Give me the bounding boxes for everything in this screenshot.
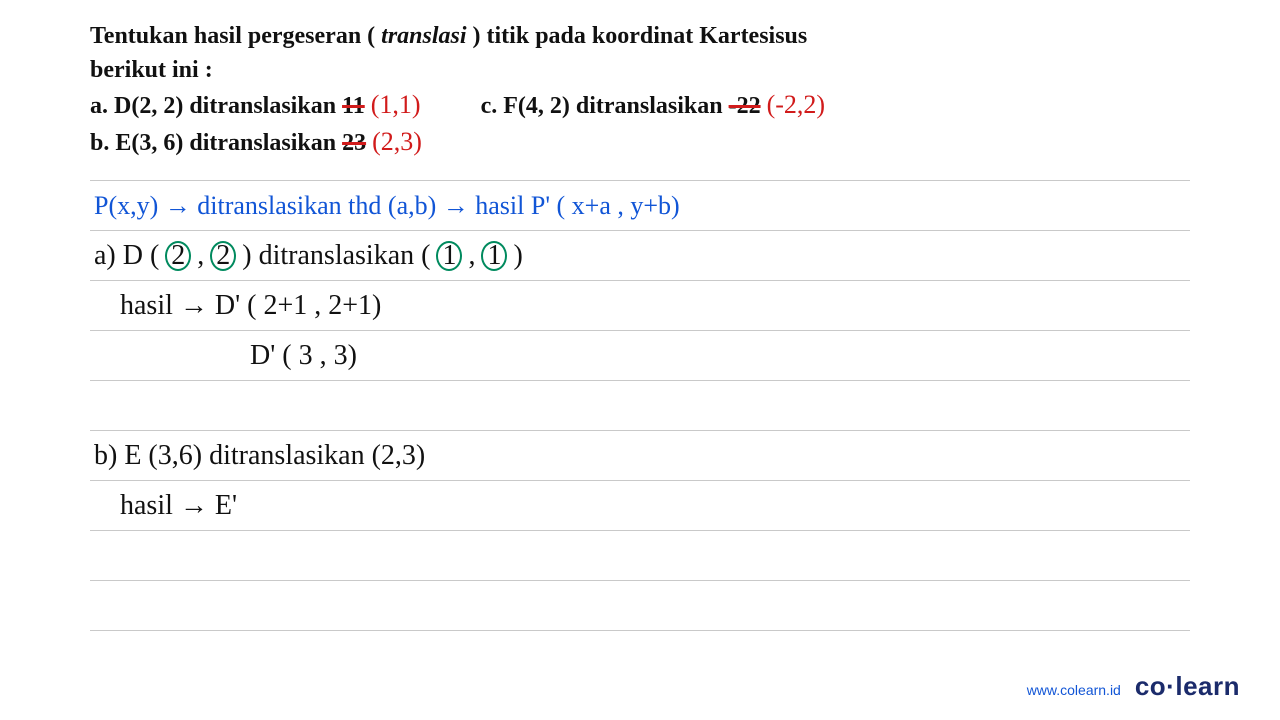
rule-line-formula: P(x,y) → ditranslasikan thd (a,b) → hasi… <box>90 181 1190 231</box>
translation-rule: P(x,y) → ditranslasikan thd (a,b) → hasi… <box>94 191 680 221</box>
footer-url: www.colearn.id <box>1027 682 1121 698</box>
q-line1-b: ) titik pada koordinat Kartesisus <box>473 20 808 54</box>
b-head: b) E (3,6) ditranslasikan (2,3) <box>94 440 425 472</box>
q-line1-italic: translasi <box>381 20 466 54</box>
work-a-line3: D' ( 3 , 3) <box>90 331 1190 381</box>
blank-line-3 <box>90 581 1190 631</box>
a-comma1: , <box>197 240 204 272</box>
work-a-line1: a) D ( 2 , 2 ) ditranslasikan ( 1 , 1 ) <box>90 231 1190 281</box>
footer-brand: co·learn <box>1135 671 1240 702</box>
circled-2a: 2 <box>165 241 191 271</box>
circled-1b: 1 <box>481 241 507 271</box>
item-c: c. F(4, 2) ditranslasikan -22 (-2,2) <box>481 87 826 124</box>
blank-line-2 <box>90 531 1190 581</box>
item-c-struck: -22 <box>729 90 761 124</box>
b-result: hasil → E' <box>120 490 237 522</box>
work-b-line2: hasil → E' <box>90 481 1190 531</box>
item-a-correction: (1,1) <box>371 87 421 123</box>
item-b-struck: 23 <box>342 127 366 161</box>
a-result-expr: hasil → D' ( 2+1 , 2+1) <box>120 290 381 322</box>
circled-2b: 2 <box>210 241 236 271</box>
circled-1a: 1 <box>436 241 462 271</box>
ruled-area: P(x,y) → ditranslasikan thd (a,b) → hasi… <box>90 180 1190 631</box>
a-head-2: ) ditranslasikan ( <box>242 240 430 272</box>
item-a: a. D(2, 2) ditranslasikan 11 (1,1) <box>90 87 421 124</box>
footer: www.colearn.id co·learn <box>1027 671 1240 702</box>
a-head-3: ) <box>513 240 522 272</box>
question-line-2: berikut ini : <box>90 54 1190 88</box>
item-b-correction: (2,3) <box>372 124 422 160</box>
work-b-line1: b) E (3,6) ditranslasikan (2,3) <box>90 431 1190 481</box>
item-c-correction: (-2,2) <box>767 87 825 123</box>
a-head-1: a) D ( <box>94 240 159 272</box>
work-a-line2: hasil → D' ( 2+1 , 2+1) <box>90 281 1190 331</box>
item-b-text: b. E(3, 6) ditranslasikan <box>90 127 336 161</box>
question-items-row1: a. D(2, 2) ditranslasikan 11 (1,1) c. F(… <box>90 87 1190 124</box>
item-c-text: c. F(4, 2) ditranslasikan <box>481 90 723 124</box>
item-b: b. E(3, 6) ditranslasikan 23 (2,3) <box>90 124 1190 161</box>
item-a-struck: 11 <box>342 90 365 124</box>
question-block: Tentukan hasil pergeseran (translasi) ti… <box>90 20 1190 160</box>
question-line-1: Tentukan hasil pergeseran (translasi) ti… <box>90 20 1190 54</box>
a-comma2: , <box>468 240 475 272</box>
worksheet-page: Tentukan hasil pergeseran (translasi) ti… <box>0 0 1280 720</box>
blank-line-1 <box>90 381 1190 431</box>
item-a-text: a. D(2, 2) ditranslasikan <box>90 90 336 124</box>
q-line1-a: Tentukan hasil pergeseran ( <box>90 20 375 54</box>
a-result-final: D' ( 3 , 3) <box>250 340 357 372</box>
